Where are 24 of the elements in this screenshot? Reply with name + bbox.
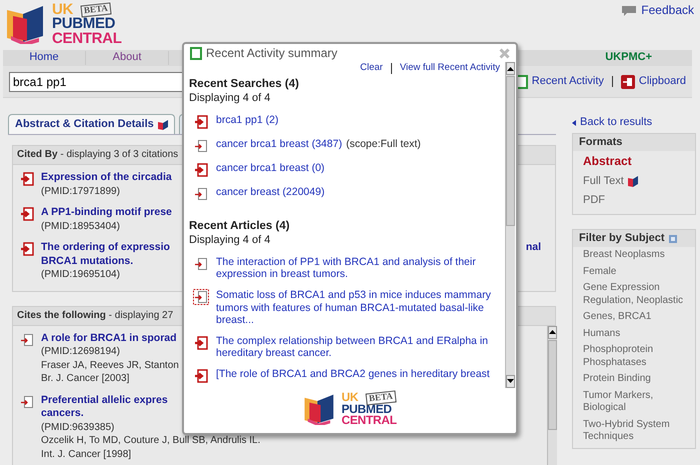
pmid-text: (PMID:18953404) [41, 220, 120, 234]
beta-stamp: BETA [80, 2, 112, 18]
section-heading: Recent Searches (4) [189, 78, 300, 92]
beta-stamp: BETA [366, 390, 397, 406]
logo-text: CENTRAL [341, 415, 397, 427]
pmid-text: (PMID:12698194) [41, 345, 120, 359]
panel-header: Formats [573, 134, 695, 152]
logo-text: UK [341, 392, 358, 404]
pmid-text: (PMID:17971899) [41, 184, 120, 198]
logo-text: PUBMED [341, 404, 392, 416]
journal-text: Int. J. Cancer [1998] [41, 448, 132, 462]
authors-text: Ozcelik H, To MD, Couture J, Bull SB, Andrulis IL. [41, 434, 260, 448]
logo-text: UK [52, 3, 74, 18]
journal-text: Br. J. Cancer [2003] [41, 372, 130, 386]
dialog-title: Recent Activity summary [206, 46, 338, 60]
section-heading: Recent Articles (4) [189, 220, 291, 234]
section-summary: Displaying 4 of 4 [189, 234, 272, 247]
logo-text: CENTRAL [52, 32, 122, 46]
pmid-text: (PMID:19695104) [41, 268, 120, 282]
authors-text: Fraser JA, Reeves JR, Stanton [41, 358, 179, 372]
panel-header: Filter by Subject [579, 232, 665, 246]
section-summary: Displaying 4 of 4 [189, 92, 272, 105]
pmid-text: (PMID:9639385) [41, 420, 114, 434]
logo-text: PUBMED [52, 17, 116, 32]
